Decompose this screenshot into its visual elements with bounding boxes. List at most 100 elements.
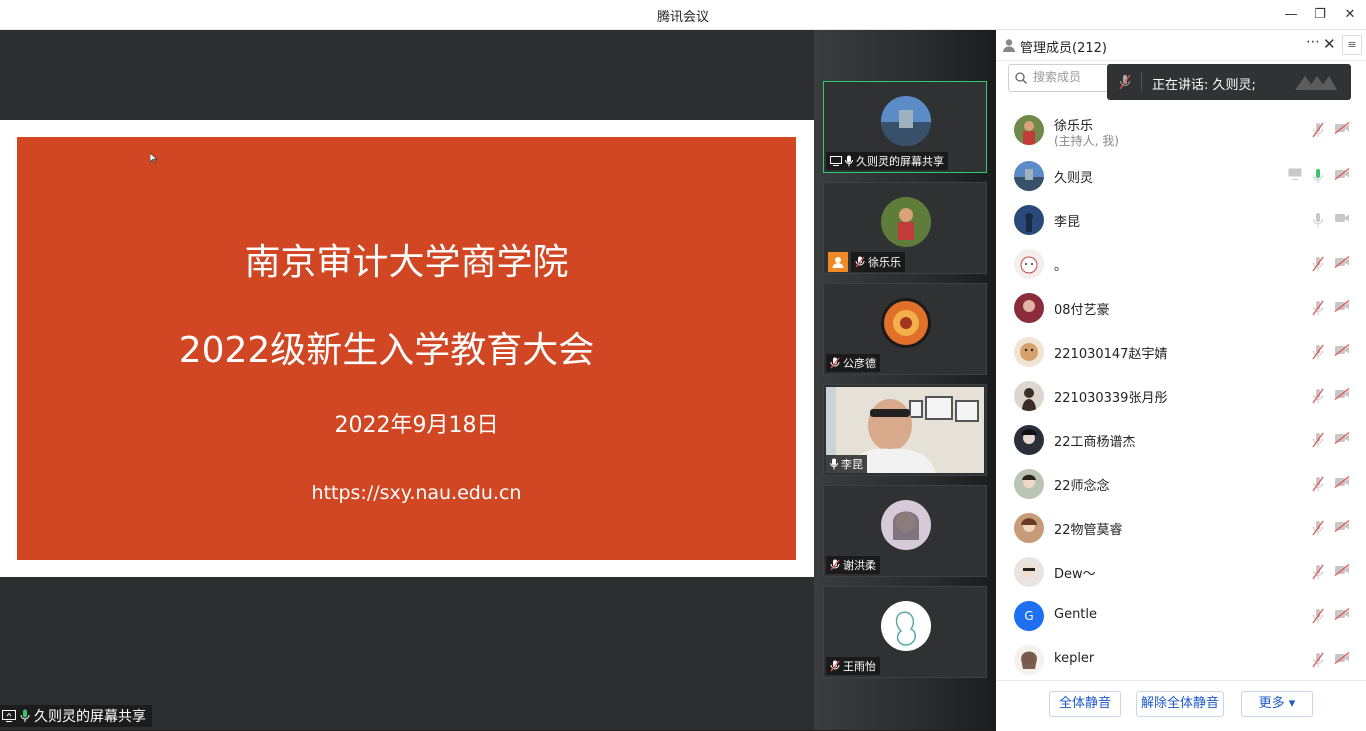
mic-muted-icon [830,357,840,369]
mic-muted-icon[interactable] [1312,388,1324,404]
avatar [1014,425,1044,455]
video-tile-screen-share[interactable]: 久则灵的屏幕共享 [823,81,987,173]
mute-all-button[interactable]: 全体静音 [1049,691,1121,717]
mic-muted-icon[interactable] [1312,564,1324,580]
member-row[interactable]: 221030339张月彤 [1014,374,1354,418]
member-row[interactable]: 221030147赵宇婧 [1014,330,1354,374]
tile-label: 公彦德 [826,354,880,372]
more-options-icon[interactable]: ⋯ [1306,34,1320,50]
mic-on-icon[interactable] [1312,168,1324,184]
screen-share-badge: 久则灵的屏幕共享 [0,705,152,727]
avatar [1014,381,1044,411]
mic-muted-icon[interactable] [1312,122,1324,138]
member-row[interactable]: 22工商杨谱杰 [1014,418,1354,462]
close-window-button[interactable]: ✕ [1339,4,1361,26]
camera-off-icon[interactable] [1334,476,1350,488]
video-tile-likun[interactable]: 李昆 [823,384,987,476]
mic-muted-icon[interactable] [1312,300,1324,316]
tile-name: 公彦德 [843,357,876,370]
avatar: G [1014,601,1044,631]
camera-off-icon[interactable] [1334,432,1350,444]
tile-name: 久则灵的屏幕共享 [856,155,944,168]
search-input[interactable] [1031,69,1115,85]
slide-title-event: 2022级新生入学教育大会 [178,330,595,371]
camera-off-icon[interactable] [1334,300,1350,312]
mic-muted-icon[interactable] [1312,608,1324,624]
avatar [1014,249,1044,279]
video-tile-gongyande[interactable]: 公彦德 [823,283,987,375]
avatar [1014,205,1044,235]
member-row[interactable]: 08付艺豪 [1014,286,1354,330]
tencent-meeting-logo-icon [1295,76,1337,90]
mic-muted-icon[interactable] [1312,432,1324,448]
video-tile-xiehongrou[interactable]: 谢洪柔 [823,485,987,577]
camera-off-icon[interactable] [1334,388,1350,400]
camera-off-icon[interactable] [1334,608,1350,620]
mic-icon[interactable] [1312,212,1324,228]
minimize-button[interactable]: — [1280,4,1302,26]
mic-muted-icon[interactable] [1312,520,1324,536]
member-name: 。 [1054,259,1068,274]
tile-name: 王雨怡 [843,660,876,673]
speaking-text: 正在讲话: 久则灵; [1152,78,1256,93]
member-row[interactable]: 李昆 [1014,198,1354,242]
slide-title-school: 南京审计大学商学院 [244,242,569,283]
camera-off-icon[interactable] [1334,344,1350,356]
presentation-slide: 南京审计大学商学院 2022级新生入学教育大会 2022年9月18日 https… [17,137,796,560]
avatar [881,96,931,146]
camera-on-icon[interactable] [1334,212,1350,224]
member-name: 08付艺豪 [1054,303,1110,318]
tile-label: 王雨怡 [826,657,880,675]
mic-muted-icon [855,256,865,268]
camera-off-icon[interactable] [1334,122,1350,134]
member-row[interactable]: Dew～ [1014,550,1354,594]
avatar [881,500,931,550]
mic-muted-icon[interactable] [1312,344,1324,360]
member-row[interactable]: G Gentle [1014,594,1354,638]
video-tile-xulele[interactable]: 徐乐乐 [823,182,987,274]
member-row[interactable]: kepler [1014,638,1354,682]
camera-off-icon[interactable] [1334,652,1350,664]
mic-muted-icon[interactable] [1312,256,1324,272]
avatar [881,601,931,651]
avatar [1014,337,1044,367]
member-row[interactable]: 久则灵 [1014,154,1354,198]
avatar [881,197,931,247]
mic-on-icon [20,709,30,722]
member-row[interactable]: 徐乐乐 (主持人, 我) [1014,108,1354,152]
window-title: 腾讯会议 [656,10,709,25]
more-button[interactable]: 更多 ▾ [1241,691,1313,717]
mic-muted-icon [830,660,840,672]
mic-muted-icon[interactable] [1312,476,1324,492]
members-panel-title: 管理成员(212) [1020,41,1107,56]
menu-icon[interactable]: ≡ [1342,35,1362,55]
camera-off-icon[interactable] [1334,564,1350,576]
tile-name: 徐乐乐 [868,256,901,269]
member-row[interactable]: 22物管莫睿 [1014,506,1354,550]
tile-label: 久则灵的屏幕共享 [826,152,948,170]
mic-muted-icon[interactable] [1312,652,1324,668]
screen-share-icon [1288,168,1302,180]
member-name: 22工商杨谱杰 [1054,435,1136,450]
tile-name: 李昆 [841,458,863,471]
camera-off-icon[interactable] [1334,520,1350,532]
members-panel-footer: 全体静音 解除全体静音 更多 ▾ [996,680,1366,731]
member-row[interactable]: 。 [1014,242,1354,286]
avatar [1014,645,1044,675]
person-icon [1003,39,1015,52]
mic-muted-icon [830,559,840,571]
video-tile-wangyuyi[interactable]: 王雨怡 [823,586,987,678]
member-name: 22物管莫睿 [1054,523,1123,538]
camera-off-icon[interactable] [1334,256,1350,268]
unmute-all-button[interactable]: 解除全体静音 [1136,691,1224,717]
restore-button[interactable]: ❐ [1309,4,1331,26]
member-row[interactable]: 22师念念 [1014,462,1354,506]
tile-label: 李昆 [826,455,867,473]
close-icon[interactable]: ✕ [1323,35,1336,53]
member-role: (主持人, 我) [1054,134,1119,148]
camera-off-icon[interactable] [1334,168,1350,180]
host-icon [828,252,848,272]
slide-date: 2022年9月18日 [334,413,499,438]
divider [1141,72,1142,92]
members-panel-header: 管理成员(212) ⋯ ✕ ≡ [996,30,1366,61]
